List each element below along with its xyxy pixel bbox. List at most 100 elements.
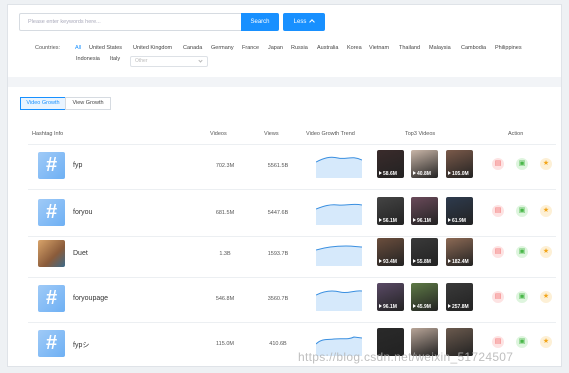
- videos-count: 546.8M: [215, 296, 235, 302]
- less-button[interactable]: Less: [283, 13, 325, 31]
- play-icon: [448, 259, 451, 263]
- top-video-thumbnail[interactable]: 56.1M: [377, 197, 404, 225]
- chart-icon[interactable]: ▤: [492, 336, 504, 348]
- star-icon[interactable]: ★: [540, 291, 552, 303]
- growth-trend-chart: [316, 156, 362, 178]
- country-option-japan[interactable]: Japan: [268, 45, 283, 51]
- play-icon: [413, 304, 416, 308]
- top-video-thumbnail[interactable]: 96.1M: [377, 283, 404, 311]
- country-option-all[interactable]: All: [75, 45, 81, 51]
- play-icon: [379, 259, 382, 263]
- search-input[interactable]: Please enter keywords here...: [19, 13, 244, 31]
- country-option-united-states[interactable]: United States: [89, 45, 122, 51]
- star-icon[interactable]: ★: [540, 205, 552, 217]
- video-play-count: 40.8M: [413, 171, 431, 177]
- chart-icon[interactable]: ▤: [492, 246, 504, 258]
- play-icon: [448, 304, 451, 308]
- shop-icon[interactable]: ▣: [516, 336, 528, 348]
- tab-video-growth[interactable]: Video Growth: [20, 97, 66, 110]
- video-play-count: 257.8M: [448, 304, 469, 310]
- top-video-thumbnail[interactable]: 96.1M: [411, 197, 438, 225]
- country-option-france[interactable]: France: [242, 45, 259, 51]
- top-video-thumbnail[interactable]: 257.8M: [446, 283, 473, 311]
- other-country-select[interactable]: Other: [130, 56, 208, 67]
- chart-icon[interactable]: ▤: [492, 158, 504, 170]
- top-video-thumbnail[interactable]: 58.6M: [377, 150, 404, 178]
- top-video-thumbnail[interactable]: 93.4M: [377, 238, 404, 266]
- top-video-thumbnail[interactable]: 55.8M: [411, 238, 438, 266]
- app-frame: Please enter keywords here... Search Les…: [7, 4, 562, 367]
- watermark: https://blog.csdn.net/weixin_51724507: [298, 350, 514, 364]
- header-top3-videos: Top3 Videos: [405, 131, 436, 137]
- shop-icon[interactable]: ▣: [516, 246, 528, 258]
- views-count: 1593.7B: [267, 251, 289, 257]
- star-icon[interactable]: ★: [540, 246, 552, 258]
- table-row[interactable]: Duet 1.3B 1593.7B 93.4M 55.8M 182.4M ▤ ▣ ★: [28, 232, 556, 278]
- search-button[interactable]: Search: [241, 13, 279, 31]
- country-option-cambodia[interactable]: Cambodia: [461, 45, 486, 51]
- country-option-united-kingdom[interactable]: United Kingdom: [133, 45, 172, 51]
- hashtag-name[interactable]: Duet: [73, 250, 88, 257]
- video-play-count: 55.8M: [413, 259, 431, 265]
- hashtag-name[interactable]: foryou: [73, 209, 92, 216]
- hashtag-icon: #: [38, 152, 65, 179]
- shop-icon[interactable]: ▣: [516, 158, 528, 170]
- video-play-count: 182.4M: [448, 259, 469, 265]
- chevron-down-icon: [198, 58, 203, 63]
- chart-icon[interactable]: ▤: [492, 291, 504, 303]
- video-play-count: 105.0M: [448, 171, 469, 177]
- header-videos: Videos: [210, 131, 227, 137]
- play-icon: [448, 218, 451, 222]
- table-header: Hashtag Info Videos Views Video Growth T…: [28, 125, 556, 145]
- shop-icon[interactable]: ▣: [516, 291, 528, 303]
- table-row[interactable]: # foryou 681.5M 5447.6B 56.1M 96.1M 61.9M ▤ ▣ ★: [28, 191, 556, 237]
- country-option-malaysia[interactable]: Malaysia: [429, 45, 451, 51]
- top-video-thumbnail[interactable]: 61.9M: [446, 197, 473, 225]
- videos-count: 702.3M: [215, 163, 235, 169]
- country-option-australia[interactable]: Australia: [317, 45, 338, 51]
- hashtag-icon: #: [38, 330, 65, 357]
- hashtag-icon: #: [38, 199, 65, 226]
- section-divider: [8, 77, 561, 87]
- top-video-thumbnail[interactable]: 105.0M: [446, 150, 473, 178]
- country-option-indonesia[interactable]: Indonesia: [76, 56, 100, 62]
- video-play-count: 96.1M: [379, 304, 397, 310]
- country-option-korea[interactable]: Korea: [347, 45, 362, 51]
- country-option-vietnam[interactable]: Vietnam: [369, 45, 389, 51]
- header-views: Views: [264, 131, 279, 137]
- hashtag-name[interactable]: foryoupage: [73, 295, 108, 302]
- star-icon[interactable]: ★: [540, 336, 552, 348]
- play-icon: [448, 171, 451, 175]
- tab-view-growth[interactable]: View Growth: [65, 97, 111, 110]
- country-option-germany[interactable]: Germany: [211, 45, 234, 51]
- country-option-russia[interactable]: Russia: [291, 45, 308, 51]
- play-icon: [413, 171, 416, 175]
- country-option-canada[interactable]: Canada: [183, 45, 202, 51]
- growth-trend-chart: [316, 290, 362, 311]
- chart-icon[interactable]: ▤: [492, 205, 504, 217]
- top-video-thumbnail[interactable]: 40.8M: [411, 150, 438, 178]
- views-count: 5447.6B: [267, 210, 289, 216]
- video-play-count: 45.9M: [413, 304, 431, 310]
- table-row[interactable]: # foryoupage 546.8M 3560.7B 96.1M 45.9M 257.8M…: [28, 277, 556, 323]
- video-play-count: 96.1M: [413, 218, 431, 224]
- shop-icon[interactable]: ▣: [516, 205, 528, 217]
- header-action: Action: [508, 131, 524, 137]
- country-option-italy[interactable]: Italy: [110, 56, 120, 62]
- search-panel: Please enter keywords here... Search Les…: [8, 5, 561, 77]
- play-icon: [379, 304, 382, 308]
- hashtag-icon: #: [38, 285, 65, 312]
- play-icon: [379, 171, 382, 175]
- play-icon: [379, 218, 382, 222]
- table-row[interactable]: # fyp 702.3M 5561.5B 58.6M 40.8M 105.0M ▤ ▣ ★: [28, 144, 556, 190]
- play-icon: [413, 218, 416, 222]
- chevron-up-icon: [309, 19, 316, 25]
- hashtag-name[interactable]: fypシ: [73, 340, 89, 350]
- country-option-philippines[interactable]: Philippines: [495, 45, 522, 51]
- videos-count: 1.3B: [219, 251, 231, 257]
- top-video-thumbnail[interactable]: 45.9M: [411, 283, 438, 311]
- country-option-thailand[interactable]: Thailand: [399, 45, 420, 51]
- star-icon[interactable]: ★: [540, 158, 552, 170]
- hashtag-name[interactable]: fyp: [73, 162, 82, 169]
- top-video-thumbnail[interactable]: 182.4M: [446, 238, 473, 266]
